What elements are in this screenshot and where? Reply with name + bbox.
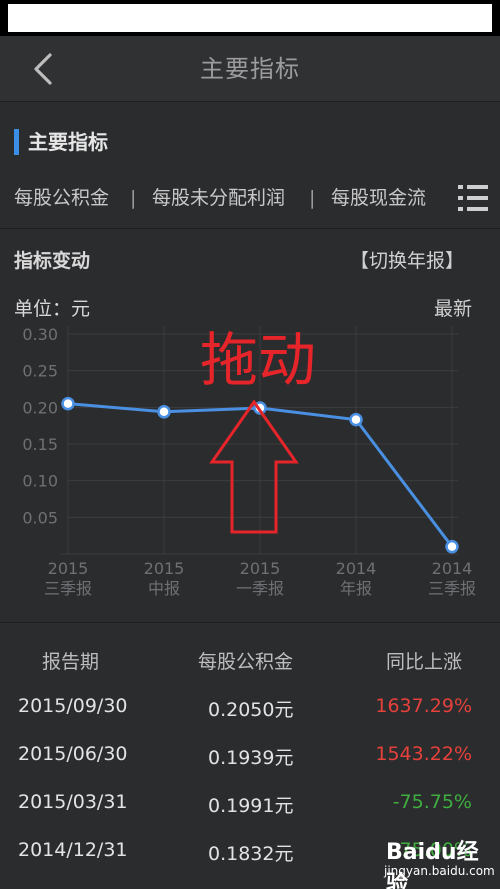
watermark-url: jingyan.baidu.com bbox=[384, 864, 495, 878]
tab-separator: | bbox=[130, 187, 137, 209]
cell-period: 2015/06/30 bbox=[18, 743, 128, 765]
section-header: 主要指标 bbox=[0, 103, 500, 165]
cell-change: 1543.22% bbox=[375, 743, 472, 765]
indicator-tabs: 每股公积金 | 每股未分配利润 | 每股现金流 bbox=[0, 165, 500, 229]
nav-bar: 主要指标 bbox=[0, 36, 500, 102]
list-menu-icon bbox=[458, 185, 488, 211]
cell-period: 2014/12/31 bbox=[18, 839, 128, 861]
cell-value: 0.1832元 bbox=[208, 843, 294, 865]
cell-change: -75.75% bbox=[392, 791, 472, 813]
data-point[interactable] bbox=[445, 539, 459, 554]
page-title: 主要指标 bbox=[200, 55, 300, 83]
x-tick-label: 2015 bbox=[144, 559, 185, 578]
x-tick-label: 2014 bbox=[336, 559, 377, 578]
data-point[interactable] bbox=[157, 405, 171, 419]
y-tick-label: 0.30 bbox=[22, 325, 58, 344]
cell-value: 0.1939元 bbox=[208, 747, 294, 769]
cell-value: 0.2050元 bbox=[208, 699, 294, 721]
column-header-period: 报告期 bbox=[42, 651, 100, 673]
status-bar bbox=[0, 0, 500, 36]
section-accent-bar bbox=[14, 129, 19, 155]
table-row[interactable]: 2015/09/30 0.2050元 1637.29% bbox=[0, 695, 500, 735]
up-arrow-annotation bbox=[209, 399, 299, 534]
line-chart[interactable]: 0.050.100.150.200.250.30 2015三季报2015中报20… bbox=[0, 230, 500, 622]
column-header-change: 同比上涨 bbox=[386, 651, 463, 673]
x-tick-label: 2015 bbox=[240, 559, 281, 578]
cell-change: 1637.29% bbox=[375, 695, 472, 717]
data-point[interactable] bbox=[349, 412, 363, 427]
y-tick-label: 0.25 bbox=[22, 362, 58, 381]
section-title: 主要指标 bbox=[28, 130, 108, 154]
tab-cashflow-per-share[interactable]: 每股现金流 bbox=[331, 185, 426, 211]
y-tick-label: 0.10 bbox=[22, 472, 58, 491]
watermark: Baidu经验 jingyan.baidu.com bbox=[380, 834, 496, 889]
table-row[interactable]: 2015/06/30 0.1939元 1543.22% bbox=[0, 743, 500, 783]
cell-period: 2015/09/30 bbox=[18, 695, 128, 717]
watermark-logo: Baidu经验 bbox=[386, 840, 479, 889]
cell-value: 0.1991元 bbox=[208, 795, 294, 817]
cell-period: 2015/03/31 bbox=[18, 791, 128, 813]
y-tick-label: 0.20 bbox=[22, 398, 58, 417]
x-tick-label: 年报 bbox=[340, 579, 372, 598]
x-tick-label: 中报 bbox=[148, 579, 180, 598]
x-tick-label: 一季报 bbox=[236, 579, 284, 598]
tab-undistributed-profit[interactable]: 每股未分配利润 bbox=[152, 185, 285, 211]
y-tick-label: 0.05 bbox=[22, 508, 58, 527]
x-tick-label: 2014 bbox=[432, 559, 473, 578]
data-point[interactable] bbox=[61, 396, 75, 411]
chart-panel: 指标变动 【切换年报】 单位：元 最新 0.05 0.10 0.15 0.20 0.25… bbox=[0, 230, 500, 622]
drag-annotation-text: 拖动 bbox=[200, 326, 316, 394]
x-tick-label: 2015 bbox=[48, 559, 89, 578]
column-header-value: 每股公积金 bbox=[198, 651, 294, 673]
x-tick-label: 三季报 bbox=[428, 579, 476, 598]
x-tick-label: 三季报 bbox=[44, 579, 92, 598]
table-row[interactable]: 2015/03/31 0.1991元 -75.75% bbox=[0, 791, 500, 831]
tab-reserve-per-share[interactable]: 每股公积金 bbox=[14, 185, 109, 211]
tab-separator: | bbox=[309, 187, 316, 209]
y-tick-label: 0.15 bbox=[22, 435, 58, 454]
menu-button[interactable] bbox=[454, 181, 492, 215]
